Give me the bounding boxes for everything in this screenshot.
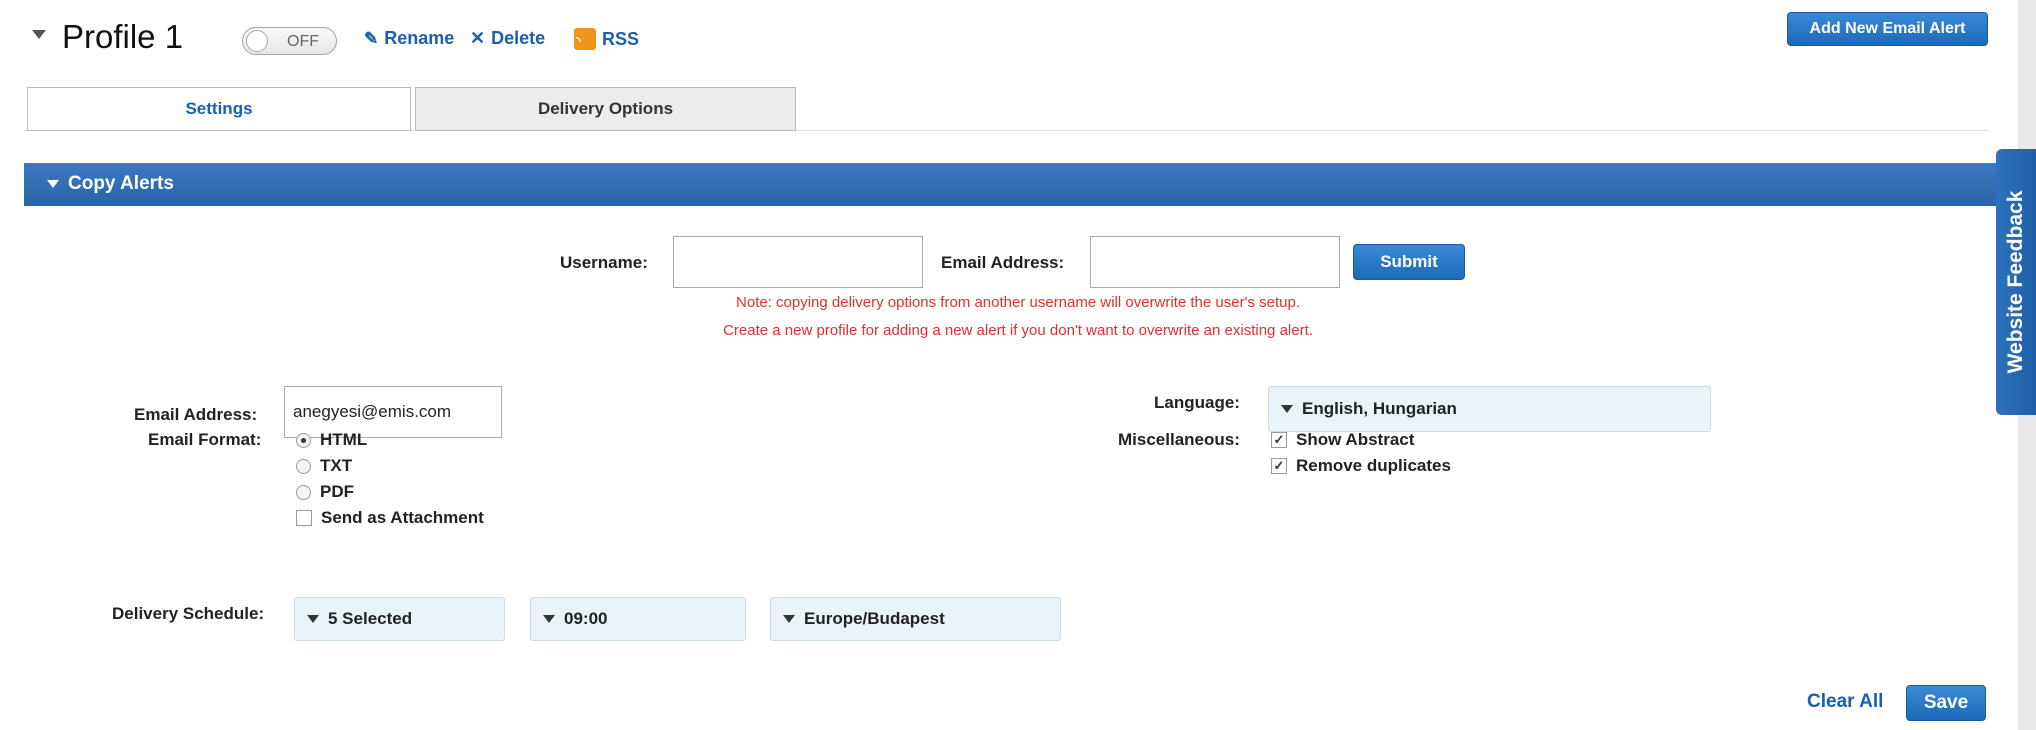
copy-note-line2: Create a new profile for adding a new al… — [723, 322, 1313, 339]
misc-option-label: Show Abstract — [1296, 430, 1415, 449]
dropdown-arrow-icon — [307, 615, 319, 623]
dropdown-arrow-icon — [1281, 405, 1293, 413]
add-new-email-alert-button[interactable]: Add New Email Alert — [1787, 12, 1988, 46]
miscellaneous-label: Miscellaneous: — [1118, 430, 1240, 449]
email-address-label: Email Address: — [134, 405, 258, 424]
website-feedback-tab[interactable]: Website Feedback — [1996, 149, 2036, 415]
copy-username-label: Username: — [560, 253, 648, 272]
tab-settings[interactable]: Settings — [27, 87, 411, 131]
checkbox[interactable] — [296, 510, 312, 526]
rename-link[interactable]: ✎ Rename — [364, 28, 454, 49]
show-abstract-option[interactable]: ✓ Show Abstract — [1271, 430, 1414, 450]
delivery-schedule-label: Delivery Schedule: — [112, 604, 265, 623]
send-as-attachment-option[interactable]: Send as Attachment — [296, 508, 484, 528]
dropdown-arrow-icon — [783, 615, 795, 623]
email-format-label: Email Format: — [148, 430, 262, 449]
delete-link[interactable]: ✕ Delete — [470, 28, 545, 49]
schedule-timezone-value: Europe/Budapest — [804, 609, 945, 628]
collapse-arrow-icon[interactable] — [32, 30, 46, 39]
copy-username-input[interactable] — [673, 236, 923, 288]
language-label: Language: — [1154, 393, 1240, 412]
format-option-txt[interactable]: TXT — [296, 456, 352, 476]
save-button[interactable]: Save — [1906, 685, 1986, 721]
feedback-label: Website Feedback — [2004, 190, 2027, 374]
copy-alerts-section-header[interactable]: Copy Alerts — [24, 163, 1996, 206]
attachment-label: Send as Attachment — [321, 508, 484, 527]
format-option-html[interactable]: HTML — [296, 430, 367, 450]
remove-duplicates-option[interactable]: ✓ Remove duplicates — [1271, 456, 1451, 476]
rss-label: RSS — [602, 28, 640, 49]
schedule-time-dropdown[interactable]: 09:00 — [530, 597, 746, 641]
language-value: English, Hungarian — [1302, 399, 1457, 418]
copy-email-label: Email Address: — [941, 253, 1065, 272]
section-title: Copy Alerts — [68, 173, 174, 194]
toggle-label: OFF — [287, 33, 319, 50]
radio-button[interactable] — [296, 484, 311, 500]
radio-button[interactable] — [296, 458, 311, 474]
misc-option-label: Remove duplicates — [1296, 456, 1451, 475]
dropdown-arrow-icon — [543, 615, 555, 623]
toggle-knob — [246, 30, 268, 52]
rss-link[interactable]: ◝ RSS — [574, 28, 639, 50]
copy-note-line1: Note: copying delivery options from anot… — [736, 294, 1300, 311]
close-icon: ✕ — [470, 28, 486, 48]
radio-button[interactable] — [296, 432, 311, 448]
format-label: TXT — [320, 456, 353, 475]
profile-title: Profile 1 — [62, 18, 184, 55]
format-option-pdf[interactable]: PDF — [296, 482, 354, 502]
expand-arrow-icon — [47, 180, 59, 188]
checkbox[interactable]: ✓ — [1271, 432, 1287, 448]
schedule-time-value: 09:00 — [564, 609, 608, 628]
copy-email-input[interactable] — [1090, 236, 1340, 288]
clear-all-link[interactable]: Clear All — [1807, 691, 1883, 713]
language-dropdown[interactable]: English, Hungarian — [1268, 386, 1711, 432]
format-label: PDF — [320, 482, 354, 501]
checkbox[interactable]: ✓ — [1271, 458, 1287, 474]
tab-delivery-options[interactable]: Delivery Options — [415, 87, 796, 131]
format-label: HTML — [320, 430, 368, 449]
schedule-days-value: 5 Selected — [328, 609, 413, 628]
pencil-icon: ✎ — [364, 28, 379, 48]
schedule-timezone-dropdown[interactable]: Europe/Budapest — [770, 597, 1061, 641]
profile-toggle[interactable]: OFF — [242, 27, 337, 55]
delete-label: Delete — [491, 28, 546, 48]
rename-label: Rename — [384, 28, 455, 48]
schedule-days-dropdown[interactable]: 5 Selected — [294, 597, 505, 641]
rss-icon: ◝ — [574, 28, 596, 50]
submit-button[interactable]: Submit — [1353, 244, 1465, 280]
